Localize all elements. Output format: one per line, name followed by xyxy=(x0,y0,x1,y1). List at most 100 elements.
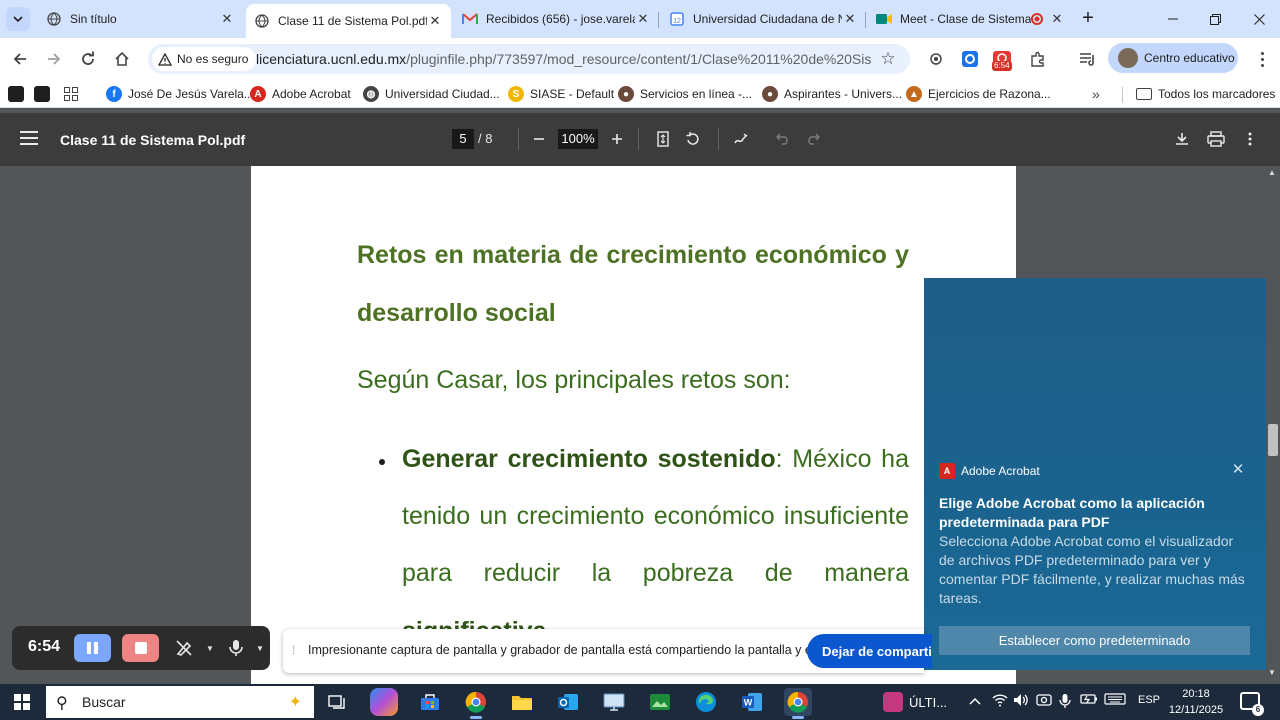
outlook-app-icon[interactable] xyxy=(554,688,582,716)
close-icon[interactable]: ✕ xyxy=(219,11,235,27)
hamburger-menu-icon[interactable] xyxy=(20,131,38,145)
all-bookmarks-folder[interactable]: Todos los marcadores xyxy=(1136,84,1275,104)
bookmark-item[interactable]: ● Aspirantes - Univers... xyxy=(762,84,902,104)
undo-icon[interactable] xyxy=(772,128,794,150)
news-icon xyxy=(883,692,903,712)
drag-handle-icon[interactable]: ⁞ xyxy=(292,643,295,657)
tab-search-button[interactable] xyxy=(6,7,30,31)
scroll-up-arrow-icon[interactable]: ▲ xyxy=(1268,168,1276,177)
media-control-icon[interactable] xyxy=(1076,47,1100,71)
home-button[interactable] xyxy=(110,47,134,71)
scrollbar-thumb[interactable] xyxy=(1268,424,1278,456)
chrome-profile-app-icon[interactable] xyxy=(784,688,812,719)
word-app-icon[interactable]: W xyxy=(738,688,766,716)
more-options-icon[interactable] xyxy=(1239,128,1261,150)
remote-desktop-icon[interactable] xyxy=(600,688,628,716)
annotation-pen-icon[interactable] xyxy=(172,637,196,659)
keyboard-icon[interactable] xyxy=(1104,693,1126,708)
tab-title: Meet - Clase de Sistema xyxy=(900,12,1031,26)
reload-button[interactable] xyxy=(76,47,100,71)
tab-sin-titulo[interactable]: Sin título ✕ xyxy=(38,4,243,34)
security-chip[interactable]: No es seguro xyxy=(152,47,257,71)
zoom-in-icon[interactable] xyxy=(606,128,628,150)
news-widget[interactable]: ÚLTI... xyxy=(883,692,947,712)
close-icon[interactable]: ✕ xyxy=(1049,11,1065,27)
profile-chip[interactable]: Centro educativo xyxy=(1108,43,1238,73)
page-number-input[interactable]: 5 xyxy=(452,129,474,149)
globe-icon xyxy=(46,11,62,27)
url-text[interactable]: licenciatura.ucnl.edu.mx/pluginfile.php/… xyxy=(256,51,871,67)
copilot-app-icon[interactable] xyxy=(370,688,398,716)
tab-gmail[interactable]: Recibidos (656) - jose.varela ✕ xyxy=(454,4,659,34)
annotate-pen-icon[interactable] xyxy=(730,128,752,150)
download-icon[interactable] xyxy=(1171,128,1193,150)
extensions-puzzle-icon[interactable] xyxy=(1026,47,1050,71)
edge-app-icon[interactable] xyxy=(692,688,720,716)
taskbar-search-box[interactable]: ⚲ Buscar ✦ xyxy=(46,686,314,718)
new-tab-button[interactable]: + xyxy=(1078,8,1098,29)
file-explorer-icon[interactable] xyxy=(508,688,536,716)
bookmark-item[interactable]: f José De Jesús Varela... xyxy=(106,84,254,104)
divider xyxy=(638,128,639,150)
redo-icon[interactable] xyxy=(802,128,824,150)
tab-clase-11[interactable]: Clase 11 de Sistema Pol.pdf ✕ xyxy=(246,4,451,38)
apps-grid-button[interactable] xyxy=(64,84,78,104)
microphone-icon[interactable] xyxy=(224,637,248,659)
set-default-button[interactable]: Establecer como predeterminado xyxy=(939,626,1250,655)
pause-button[interactable] xyxy=(74,634,111,662)
fit-page-icon[interactable] xyxy=(652,128,674,150)
seal-icon: ● xyxy=(618,86,634,102)
close-icon[interactable]: ✕ xyxy=(1230,462,1246,478)
browser-menu-icon[interactable] xyxy=(1252,47,1272,71)
stop-sharing-button[interactable]: Dejar de compartir xyxy=(807,634,932,668)
more-bookmarks-icon[interactable]: » xyxy=(1092,84,1100,104)
screen-capture-tray-icon[interactable] xyxy=(1036,693,1052,710)
zoom-out-icon[interactable] xyxy=(528,128,550,150)
bookmark-item[interactable]: A Adobe Acrobat xyxy=(250,84,351,104)
volume-icon[interactable] xyxy=(1013,693,1029,710)
close-icon[interactable]: ✕ xyxy=(427,13,443,29)
chevron-down-icon[interactable]: ▼ xyxy=(248,637,272,659)
restore-button[interactable] xyxy=(1204,8,1226,30)
battery-icon[interactable] xyxy=(1080,693,1098,708)
bookmark-blank-2[interactable] xyxy=(34,84,56,104)
task-view-icon[interactable] xyxy=(323,688,351,716)
bookmark-item[interactable]: ▲ Ejercicios de Razona... xyxy=(906,84,1051,104)
bookmark-star-icon[interactable]: ☆ xyxy=(878,49,898,69)
svg-text:W: W xyxy=(744,698,753,708)
seal-icon: ● xyxy=(762,86,778,102)
forward-button[interactable] xyxy=(42,47,66,71)
close-window-button[interactable] xyxy=(1248,8,1270,30)
minimize-button[interactable] xyxy=(1162,8,1184,30)
chevron-down-icon[interactable]: ▼ xyxy=(198,637,222,659)
language-indicator[interactable]: ESP xyxy=(1138,694,1160,706)
bullet-bold-text: Generar crecimiento sostenido xyxy=(402,445,776,473)
extension-record-icon[interactable] xyxy=(924,47,948,71)
stop-button[interactable] xyxy=(122,634,159,662)
back-button[interactable] xyxy=(8,47,32,71)
close-icon[interactable]: ✕ xyxy=(842,11,858,27)
windows-start-icon[interactable] xyxy=(14,694,30,710)
extension-gear-icon[interactable] xyxy=(958,47,982,71)
scroll-down-arrow-icon[interactable]: ▼ xyxy=(1268,668,1276,677)
clock[interactable]: 20:18 12/11/2025 xyxy=(1168,686,1224,718)
photos-app-icon[interactable] xyxy=(646,688,674,716)
print-icon[interactable] xyxy=(1205,128,1227,150)
bookmark-item[interactable]: S SIASE - Default xyxy=(508,84,614,104)
chrome-app-icon[interactable] xyxy=(462,688,490,719)
store-app-icon[interactable] xyxy=(416,688,444,716)
bookmark-label: Adobe Acrobat xyxy=(272,87,351,101)
tray-chevron-up-icon[interactable] xyxy=(969,693,981,708)
extension-screen-recorder-icon[interactable]: 6:54 xyxy=(990,47,1014,71)
bookmark-item[interactable]: ◍ Universidad Ciudad... xyxy=(363,84,500,104)
rotate-icon[interactable] xyxy=(682,128,704,150)
microphone-tray-icon[interactable] xyxy=(1059,693,1071,712)
tab-universidad[interactable]: 12 Universidad Ciudadana de N ✕ xyxy=(661,4,866,34)
bookmark-blank-1[interactable] xyxy=(8,84,30,104)
wifi-icon[interactable] xyxy=(992,693,1008,710)
zoom-input[interactable]: 100% xyxy=(558,129,598,149)
bookmark-item[interactable]: ● Servicios en línea -... xyxy=(618,84,752,104)
close-icon[interactable]: ✕ xyxy=(635,11,651,27)
tab-meet[interactable]: Meet - Clase de Sistema ✕ xyxy=(868,4,1073,34)
address-bar[interactable]: No es seguro licenciatura.ucnl.edu.mx/pl… xyxy=(148,44,910,74)
